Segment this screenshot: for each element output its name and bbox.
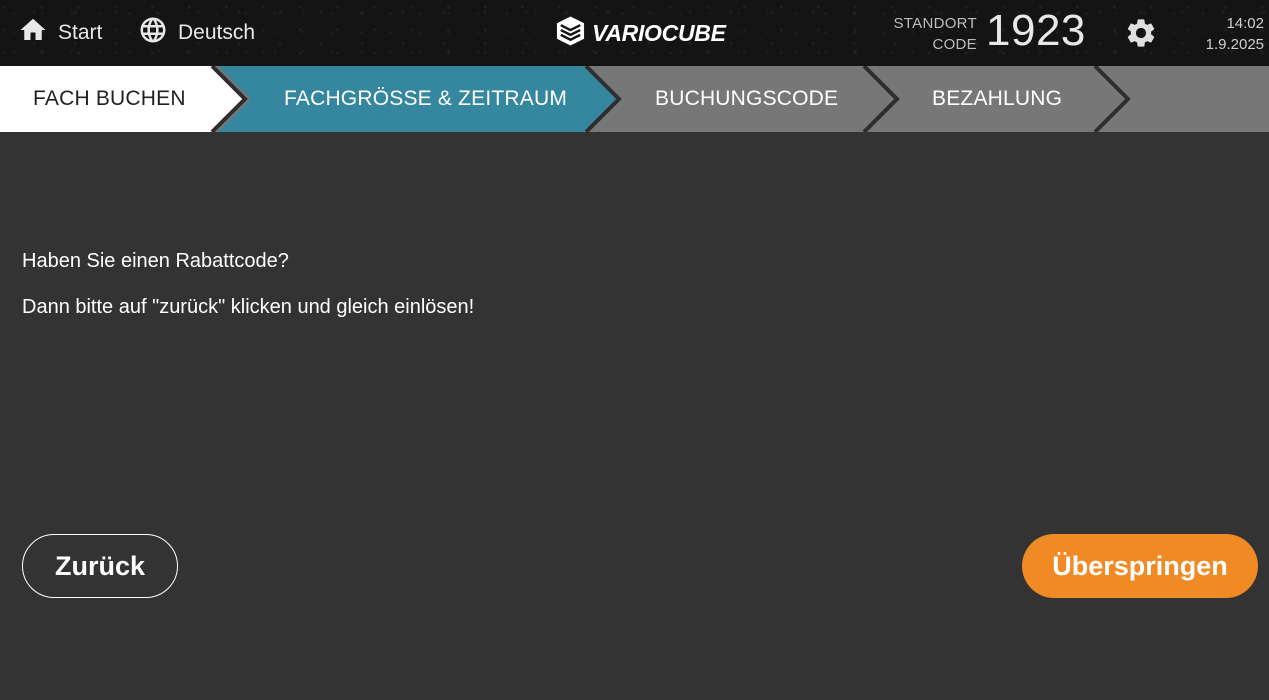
language-button[interactable]: Deutsch xyxy=(138,0,255,66)
variocube-logo-icon xyxy=(555,15,586,52)
language-label: Deutsch xyxy=(178,21,256,44)
home-icon xyxy=(18,15,48,51)
standort-code-value: 1923 xyxy=(986,6,1086,55)
clock-time: 14:02 xyxy=(1226,15,1264,32)
step-bezahlung[interactable]: BEZAHLUNG xyxy=(932,66,1062,132)
globe-icon xyxy=(138,15,168,51)
step-fach-buchen[interactable]: FACH BUCHEN xyxy=(33,66,186,132)
logo-text: VARIOCUBE xyxy=(592,19,726,46)
back-button[interactable]: Zurück xyxy=(22,534,178,598)
variocube-logo: VARIOCUBE xyxy=(555,15,726,52)
step-buchungscode[interactable]: BUCHUNGSCODE xyxy=(655,66,838,132)
top-bar: Start Deutsch VARIOCUBE STANDORT CODE 19… xyxy=(0,0,1269,66)
discount-instruction: Dann bitte auf "zurück" klicken und glei… xyxy=(22,296,475,318)
start-button[interactable]: Start xyxy=(18,0,102,66)
gear-icon xyxy=(1124,19,1158,54)
standort-label-line2: CODE xyxy=(932,36,977,53)
skip-button[interactable]: Überspringen xyxy=(1022,534,1258,598)
clock-date: 1.9.2025 xyxy=(1205,36,1264,53)
stepper-background xyxy=(0,66,1269,132)
start-label: Start xyxy=(58,21,103,44)
step-fachgroesse-zeitraum[interactable]: FACHGRÖSSE & ZEITRAUM xyxy=(284,66,567,132)
booking-stepper: FACH BUCHEN FACHGRÖSSE & ZEITRAUM BUCHUN… xyxy=(0,66,1269,132)
settings-button[interactable] xyxy=(1124,16,1158,50)
discount-question: Haben Sie einen Rabattcode? xyxy=(22,250,289,272)
standort-code-label: STANDORT CODE xyxy=(884,13,977,55)
clock: 14:02 1.9.2025 xyxy=(1190,13,1264,55)
standort-label-line1: STANDORT xyxy=(893,15,977,32)
